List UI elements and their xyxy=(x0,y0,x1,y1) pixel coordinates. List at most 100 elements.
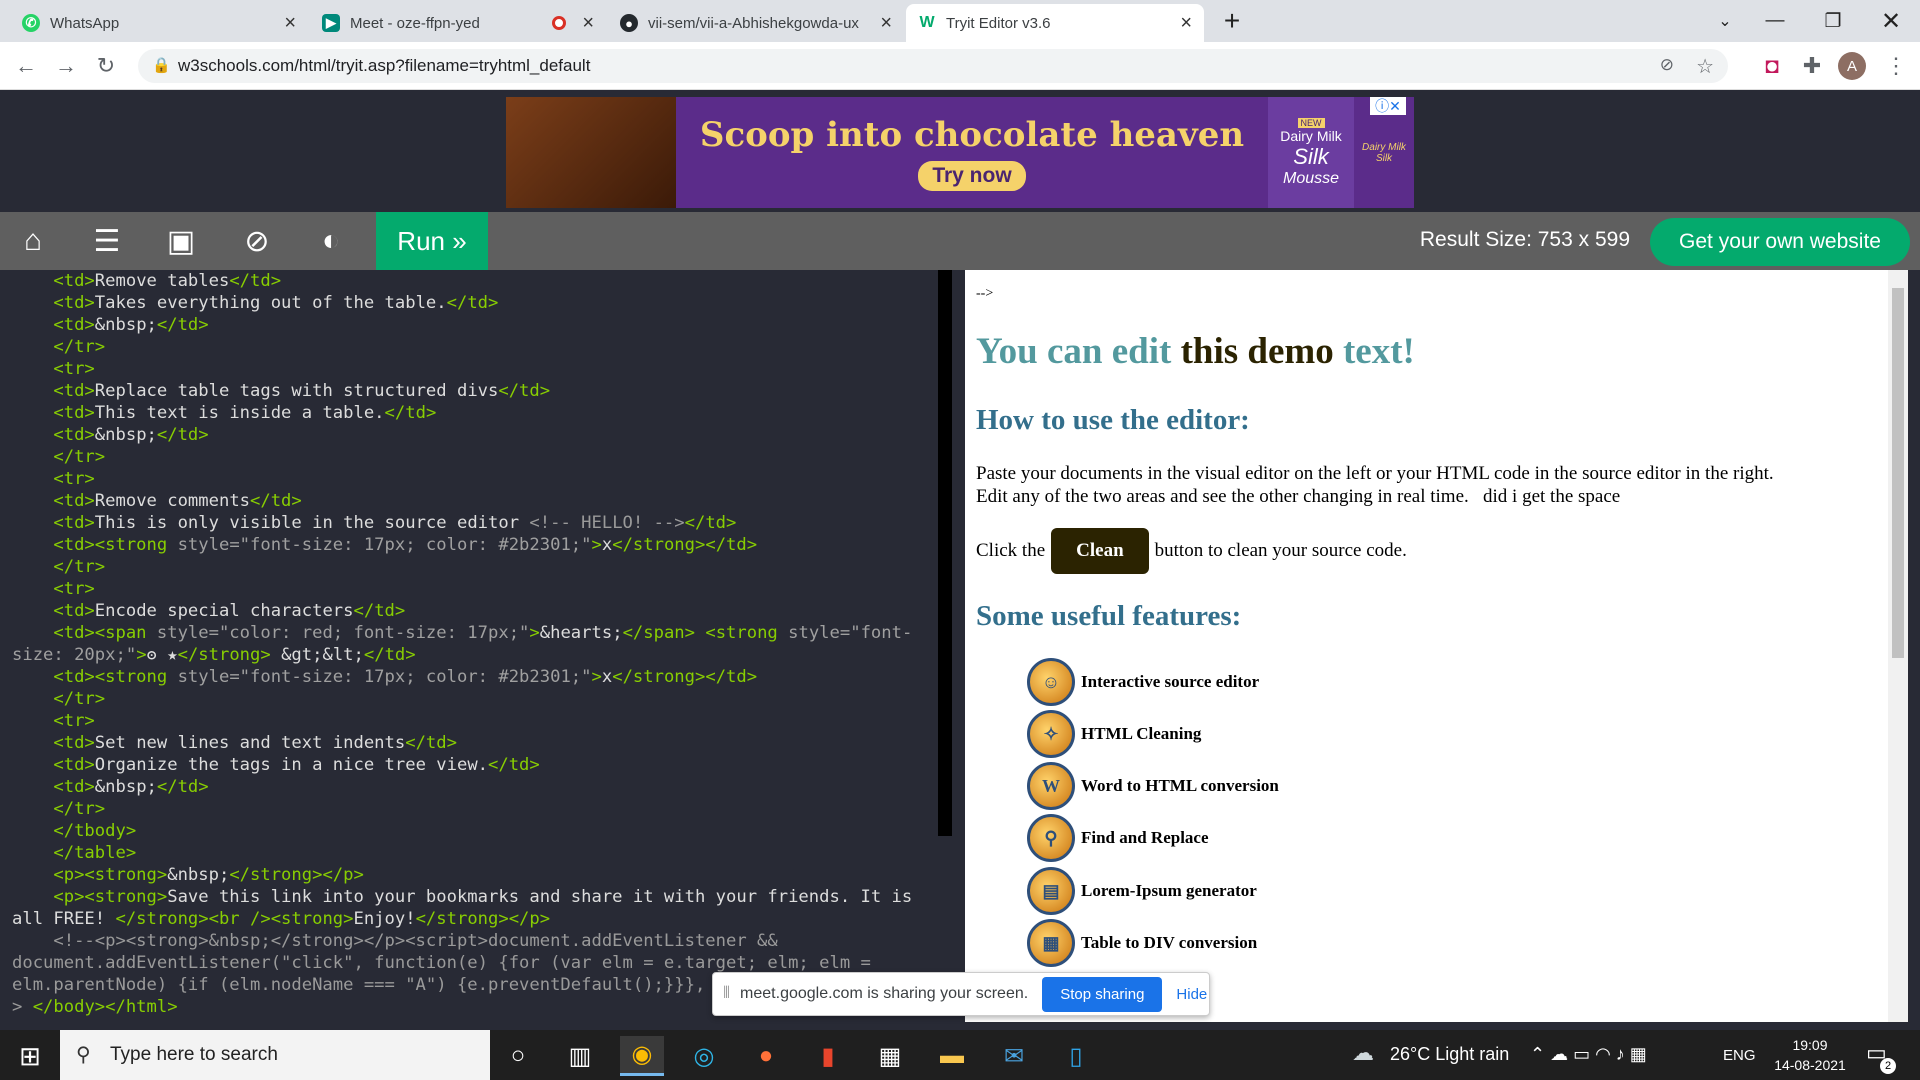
edge-icon[interactable]: ◎ xyxy=(682,1036,726,1076)
code-line[interactable]: document.addEventListener("click", funct… xyxy=(12,952,938,974)
code-line[interactable]: <tr> xyxy=(12,358,938,380)
firefox-icon[interactable]: ● xyxy=(744,1036,788,1076)
code-token: </span> <strong xyxy=(622,623,789,643)
extensions-icon[interactable]: ✚ xyxy=(1796,50,1828,82)
cortana-icon[interactable]: ○ xyxy=(496,1036,540,1076)
close-window-button[interactable]: ✕ xyxy=(1866,4,1916,38)
code-line[interactable]: </tr> xyxy=(12,556,938,578)
minimize-button[interactable]: — xyxy=(1750,4,1800,38)
code-line[interactable]: <p><strong>&nbsp;</strong></p> xyxy=(12,864,938,886)
save-icon[interactable]: ▣ xyxy=(150,212,212,270)
code-token: size: 20px;" xyxy=(12,645,137,665)
code-line[interactable]: </tr> xyxy=(12,336,938,358)
code-line[interactable]: <td>Set new lines and text indents</td> xyxy=(12,732,938,754)
forward-icon[interactable]: → xyxy=(50,50,82,82)
eye-off-icon[interactable]: ⊘ xyxy=(1660,55,1674,75)
code-line[interactable]: <tr> xyxy=(12,710,938,732)
code-line[interactable]: </tr> xyxy=(12,446,938,468)
close-icon[interactable]: × xyxy=(582,12,594,35)
drag-handle-icon[interactable]: ⦀ xyxy=(723,985,730,1003)
url-input[interactable]: 🔒 w3schools.com/html/tryit.asp?filename=… xyxy=(138,49,1728,83)
code-line[interactable]: <td>Organize the tags in a nice tree vie… xyxy=(12,754,938,776)
rotate-icon[interactable]: ⊘ xyxy=(226,212,288,270)
mail-icon[interactable]: ✉ xyxy=(992,1036,1036,1076)
source-code-editor[interactable]: <td>Remove tables</td> <td>Takes everyth… xyxy=(12,270,938,1020)
code-line[interactable]: <td>Encode special characters</td> xyxy=(12,600,938,622)
code-line[interactable]: </table> xyxy=(12,842,938,864)
code-line[interactable]: <td>Remove comments</td> xyxy=(12,490,938,512)
code-line[interactable]: <tr> xyxy=(12,578,938,600)
close-icon[interactable]: × xyxy=(880,12,892,35)
file-explorer-icon[interactable]: ▬ xyxy=(930,1036,974,1076)
code-line[interactable]: <td>Replace table tags with structured d… xyxy=(12,380,938,402)
code-line[interactable]: <td>&nbsp;</td> xyxy=(12,776,938,798)
code-line[interactable]: <td><strong style="font-size: 17px; colo… xyxy=(12,666,938,688)
home-icon[interactable]: ⌂ xyxy=(2,212,64,270)
clean-button[interactable]: Clean xyxy=(1051,528,1149,574)
profile-avatar[interactable]: A xyxy=(1838,52,1866,80)
code-token: > xyxy=(591,667,602,687)
close-icon[interactable]: × xyxy=(284,12,296,35)
pocket-icon[interactable]: ◘ xyxy=(1756,50,1788,82)
weather-text[interactable]: 26°C Light rain xyxy=(1390,1044,1509,1065)
clock[interactable]: 19:09 14-08-2021 xyxy=(1770,1035,1850,1075)
contrast-icon[interactable]: ◐ xyxy=(300,212,362,270)
code-line[interactable]: <td><span style="color: red; font-size: … xyxy=(12,622,938,644)
scrollbar-thumb[interactable] xyxy=(1892,288,1904,658)
get-website-button[interactable]: Get your own website xyxy=(1650,218,1910,266)
bookmark-star-icon[interactable]: ☆ xyxy=(1696,54,1714,79)
code-line[interactable]: </tbody> xyxy=(12,820,938,842)
office-icon[interactable]: ▮ xyxy=(806,1036,850,1076)
close-icon[interactable]: × xyxy=(1180,12,1192,35)
tab-github[interactable]: ● vii-sem/vii-a-Abhishekgowda-ux × xyxy=(608,4,904,42)
phone-app-icon[interactable]: ▯ xyxy=(1054,1036,1098,1076)
tab-whatsapp[interactable]: ✆ WhatsApp × xyxy=(10,4,308,42)
maximize-button[interactable]: ❐ xyxy=(1808,4,1858,38)
ad-cta-button[interactable]: Try now xyxy=(918,160,1026,191)
code-line[interactable]: <td>&nbsp;</td> xyxy=(12,314,938,336)
back-icon[interactable]: ← xyxy=(10,50,42,82)
lock-icon: 🔒 xyxy=(152,57,171,74)
windows-start-icon[interactable]: ⊞ xyxy=(8,1036,52,1076)
menu-icon[interactable]: ☰ xyxy=(76,212,138,270)
hide-button[interactable]: Hide xyxy=(1176,986,1207,1003)
feature-item: ▤ Lorem-Ipsum generator xyxy=(1027,867,1257,915)
code-line[interactable]: <tr> xyxy=(12,468,938,490)
code-token: Set new lines and text indents xyxy=(94,733,406,753)
code-line[interactable]: </tr> xyxy=(12,798,938,820)
code-line[interactable]: <!--<p><strong>&nbsp;</strong></p><scrip… xyxy=(12,930,938,952)
stop-sharing-button[interactable]: Stop sharing xyxy=(1042,976,1163,1012)
new-tab-button[interactable]: + xyxy=(1210,4,1254,38)
tab-search-icon[interactable]: ⌄ xyxy=(1700,4,1750,38)
task-view-icon[interactable]: ▥ xyxy=(558,1036,602,1076)
browser-menu-icon[interactable]: ⋮ xyxy=(1880,50,1912,82)
code-line[interactable]: <td>Remove tables</td> xyxy=(12,270,938,292)
language-indicator[interactable]: ENG xyxy=(1723,1047,1756,1064)
pane-divider[interactable] xyxy=(938,270,952,836)
code-line[interactable]: <td>&nbsp;</td> xyxy=(12,424,938,446)
run-button[interactable]: Run » xyxy=(376,212,488,270)
code-token: x xyxy=(601,667,613,687)
html-cleaning-icon: ✧ xyxy=(1027,710,1075,758)
code-token: </td> xyxy=(684,513,737,533)
code-line[interactable]: </tr> xyxy=(12,688,938,710)
code-line[interactable]: all FREE! </strong><br /><strong>Enjoy!<… xyxy=(12,908,938,930)
ad-close-icon[interactable]: ⓘ✕ xyxy=(1370,97,1406,115)
store-icon[interactable]: ▦ xyxy=(868,1036,912,1076)
code-line[interactable]: <p><strong>Save this link into your book… xyxy=(12,886,938,908)
tab-tryit-editor[interactable]: W Tryit Editor v3.6 × xyxy=(906,4,1204,42)
code-line[interactable]: <td>This is only visible in the source e… xyxy=(12,512,938,534)
code-line[interactable]: <td>Takes everything out of the table.</… xyxy=(12,292,938,314)
code-token: <td> xyxy=(12,513,95,533)
ad-banner[interactable]: Scoop into chocolate heaven Try now NEW … xyxy=(506,97,1414,208)
code-token: <p><strong> xyxy=(12,865,168,885)
tray-icons[interactable]: ⌃ ☁ ▭ ◠ ♪ ▦ xyxy=(1530,1044,1647,1065)
chrome-icon[interactable]: ◉ xyxy=(620,1036,664,1076)
tab-meet[interactable]: ▶ Meet - oze-ffpn-yed × xyxy=(310,4,606,42)
reload-icon[interactable]: ↻ xyxy=(90,50,122,82)
taskbar-search-input[interactable]: ⚲ Type here to search xyxy=(60,1030,490,1080)
code-line[interactable]: <td>This text is inside a table.</td> xyxy=(12,402,938,424)
result-scrollbar[interactable] xyxy=(1888,270,1908,1022)
code-line[interactable]: <td><strong style="font-size: 17px; colo… xyxy=(12,534,938,556)
code-line[interactable]: size: 20px;">ʘ ★</strong> &gt;&lt;</td> xyxy=(12,644,938,666)
